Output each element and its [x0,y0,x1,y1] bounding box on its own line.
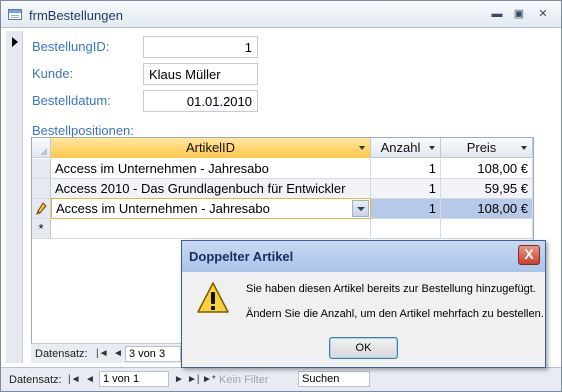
select-all-corner[interactable] [32,138,51,158]
main-nav-label: Datensatz: [9,374,62,386]
cell-anzahl[interactable]: 1 [371,179,441,198]
warning-icon [197,282,229,313]
table-row-current[interactable]: Access im Unternehmen - Jahresabo 1 108,… [32,198,533,219]
cell-anzahl-new[interactable] [371,219,441,238]
dialog-title-bar: Doppelter Artikel X [182,241,545,272]
dialog-message-line2: Ändern Sie die Anzahl, um den Artikel me… [246,308,544,320]
chevron-down-icon[interactable] [429,146,435,150]
column-header-anzahl[interactable]: Anzahl [371,138,441,158]
new-record-row[interactable]: * [32,219,533,239]
bestellungid-label: BestellungID: [32,39,110,54]
row-selector[interactable] [32,179,51,198]
last-record-icon[interactable]: ►| [187,374,200,385]
record-selector[interactable] [6,31,23,363]
search-input[interactable]: Suchen [298,371,370,387]
table-row[interactable]: Access 2010 - Das Grundlagenbuch für Ent… [32,179,533,199]
dialog-close-icon[interactable]: X [518,245,540,265]
new-record-icon: * [32,219,51,238]
duplicate-article-dialog: Doppelter Artikel X Sie haben diesen Art… [181,240,546,368]
subform-record-position[interactable]: 3 von 3 [125,346,181,362]
bestellungid-field[interactable]: 1 [143,36,258,58]
previous-record-icon[interactable]: ◄ [113,348,123,359]
filter-button[interactable]: Kein Filter [219,374,269,386]
kunde-field[interactable]: Klaus Müller [143,63,258,85]
dialog-title: Doppelter Artikel [189,249,294,264]
cell-anzahl[interactable]: 1 [371,159,441,178]
title-bar: frmBestellungen ▬ ▣ ✕ [1,1,561,28]
datasheet-header: ArtikelID Anzahl Preis [32,138,533,158]
main-record-position[interactable]: 1 von 1 [99,371,169,387]
form-icon [8,9,22,20]
column-header-artikelid[interactable]: ArtikelID [51,138,371,158]
cell-preis[interactable]: 108,00 € [441,199,533,218]
cell-artikel[interactable]: Access im Unternehmen - Jahresabo [52,199,352,218]
chevron-down-icon[interactable] [521,146,527,150]
chevron-down-icon[interactable] [352,200,369,217]
column-header-preis[interactable]: Preis [441,138,533,158]
table-row[interactable]: Access im Unternehmen - Jahresabo 1 108,… [32,159,533,179]
row-selector[interactable] [32,159,51,178]
main-record-navigation: Datensatz: |◄ ◄ 1 von 1 ► ►| ►* Kein Fil… [1,367,561,391]
new-record-nav-icon[interactable]: ►* [202,374,216,385]
first-record-icon[interactable]: |◄ [68,374,81,385]
cell-artikel[interactable]: Access 2010 - Das Grundlagenbuch für Ent… [51,179,371,198]
row-selector[interactable] [32,199,51,218]
cell-anzahl[interactable]: 1 [371,199,441,218]
cell-preis-new[interactable] [441,219,533,238]
close-icon[interactable]: ✕ [535,7,551,21]
current-record-arrow-icon [12,37,18,47]
bestellpositionen-label: Bestellpositionen: [32,123,134,138]
cell-artikel-new[interactable] [51,219,371,238]
column-header-preis-label: Preis [466,140,497,155]
restore-icon[interactable]: ▣ [511,7,527,21]
bestelldatum-field[interactable]: 01.01.2010 [143,90,258,112]
cell-preis[interactable]: 108,00 € [441,159,533,178]
cell-artikel[interactable]: Access im Unternehmen - Jahresabo [51,159,371,178]
pencil-icon [36,202,47,215]
first-record-icon[interactable]: |◄ [96,348,109,359]
subform-nav-label: Datensatz: [35,348,88,360]
dialog-message-line1: Sie haben diesen Artikel bereits zur Bes… [246,283,536,295]
minimize-icon[interactable]: ▬ [489,7,505,21]
previous-record-icon[interactable]: ◄ [85,374,95,385]
kunde-label: Kunde: [32,66,74,81]
next-record-icon[interactable]: ► [174,374,184,385]
ok-button[interactable]: OK [329,337,398,359]
window-title: frmBestellungen [29,8,123,23]
cell-preis[interactable]: 59,95 € [441,179,533,198]
artikel-combobox[interactable]: Access im Unternehmen - Jahresabo [51,198,371,219]
column-header-artikelid-label: ArtikelID [185,140,236,155]
chevron-down-icon[interactable] [359,146,365,150]
bestelldatum-label: Bestelldatum: [32,93,111,108]
column-header-anzahl-label: Anzahl [380,140,421,155]
